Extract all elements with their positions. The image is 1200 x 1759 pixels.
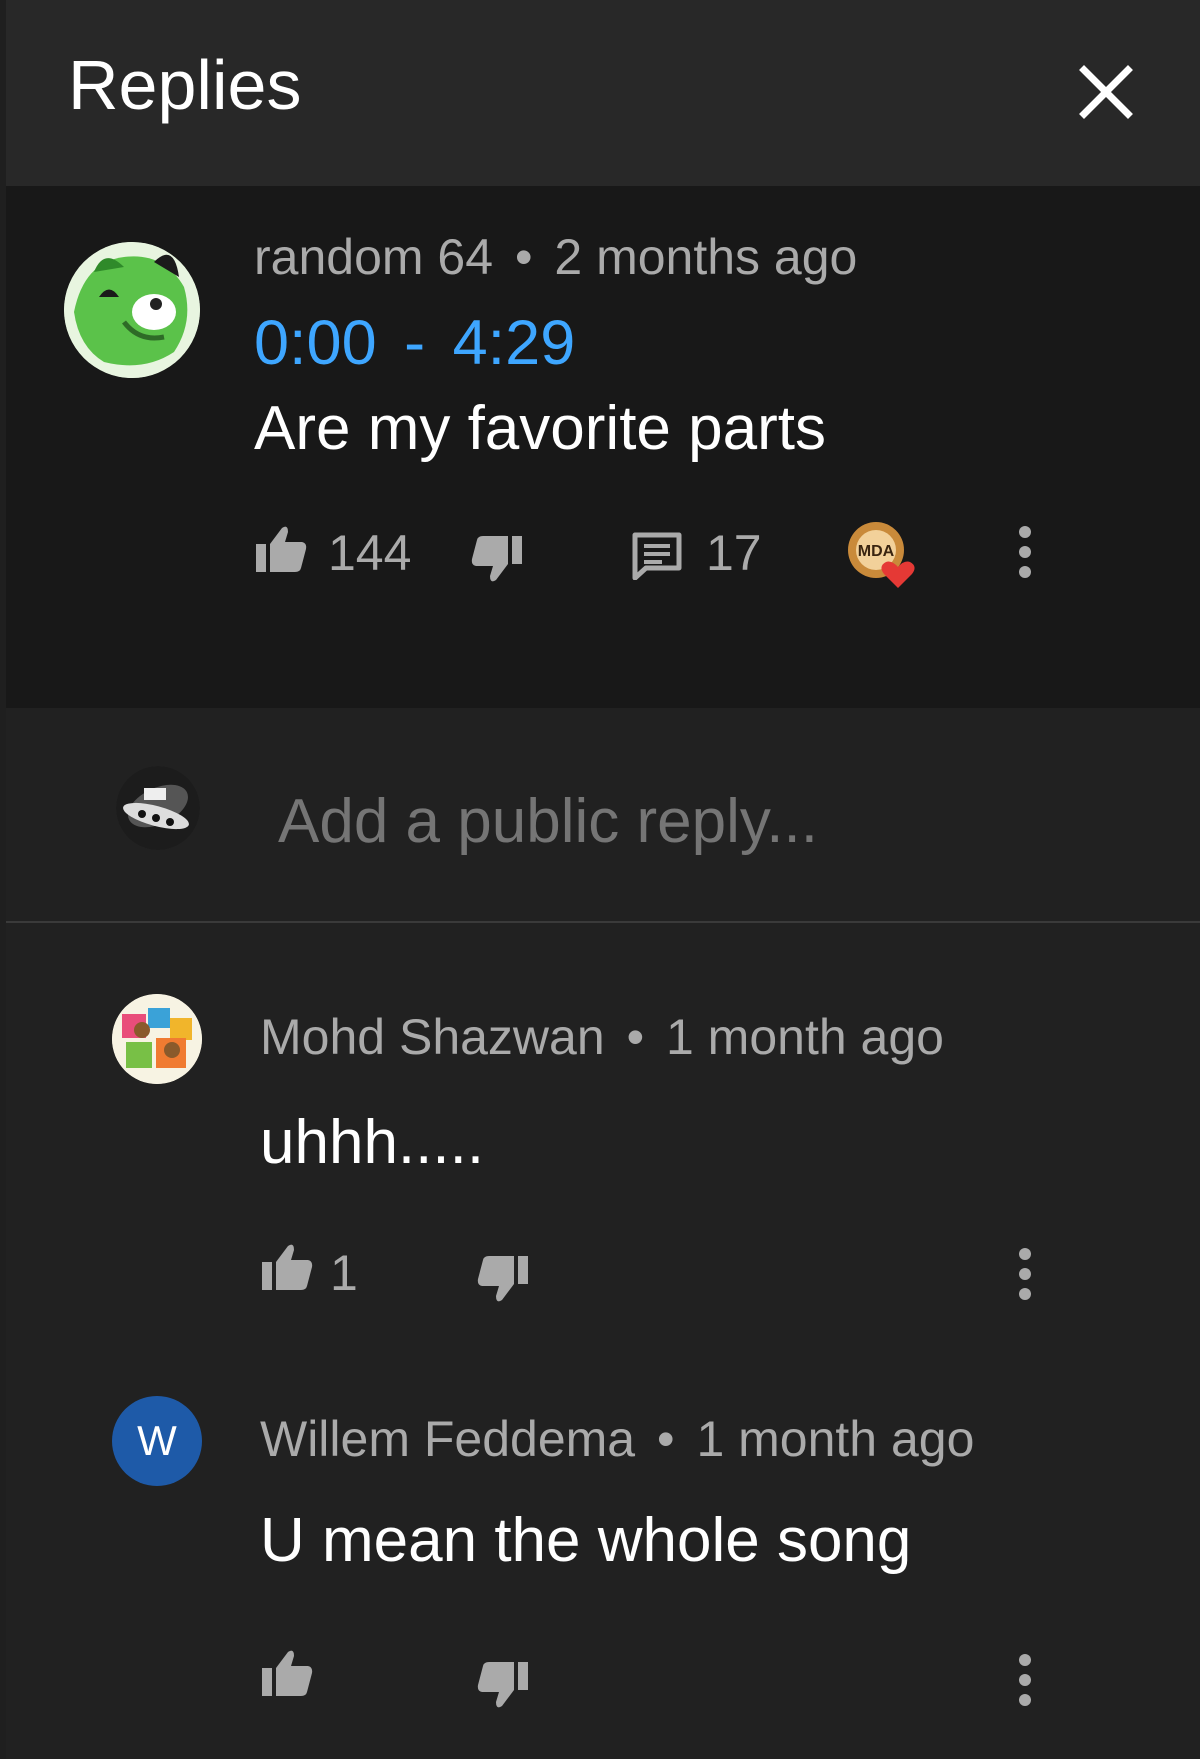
timestamp-start-link[interactable]: 0:00 [254,308,377,378]
close-button[interactable] [1074,60,1138,124]
like-count: 144 [328,525,412,581]
reply-avatar[interactable]: W [112,1396,202,1486]
commenter-avatar[interactable] [64,242,200,378]
more-vertical-icon [1019,1654,1031,1706]
replies-panel: Replies random 64 • 2 months ago 0:00 - … [6,0,1200,1759]
more-vertical-icon [1019,526,1031,578]
current-user-avatar [116,766,200,850]
thumbs-up-icon [262,1244,313,1290]
dislike-button[interactable] [476,1254,530,1304]
thumbs-down-icon [477,1256,528,1302]
like-count: 1 [330,1245,358,1301]
reply-count: 17 [706,525,762,581]
reply-time[interactable]: 1 month ago [696,1411,974,1467]
comment-icon [632,532,682,581]
reply-count-button[interactable] [632,532,682,581]
thumbs-up-icon [262,1650,313,1696]
author-name[interactable]: random 64 [254,229,493,285]
parent-comment: random 64 • 2 months ago 0:00 - 4:29 Are… [6,186,1200,708]
reply-body: uhhh..... [260,1108,485,1177]
close-icon [1079,65,1133,119]
more-vertical-icon [1019,1248,1031,1300]
reply-composer [6,708,1200,922]
reply-meta: Willem Feddema • 1 month ago [260,1414,974,1464]
more-options-button[interactable] [1016,524,1034,580]
reply-input[interactable] [278,786,1148,856]
more-options-button[interactable] [1016,1652,1034,1708]
reply-time[interactable]: 1 month ago [666,1009,944,1065]
more-options-button[interactable] [1016,1246,1034,1302]
comment-body: Are my favorite parts [254,394,826,463]
timestamp-dash: - [404,308,426,378]
dislike-button[interactable] [476,1660,530,1710]
creator-heart-badge: MDA [846,520,918,592]
timestamp-end-link[interactable]: 4:29 [453,308,576,378]
section-divider [6,921,1200,923]
reply-avatar[interactable] [112,994,202,1084]
creator-badge-text: MDA [858,543,895,560]
replies-header: Replies [6,0,1200,186]
meta-separator: • [514,229,533,285]
timestamp-range: 0:00 - 4:29 [254,312,575,375]
thumbs-up-icon [256,526,307,572]
like-button[interactable] [254,524,308,574]
dislike-button[interactable] [470,534,524,584]
meta-separator: • [626,1009,645,1065]
meta-separator: • [657,1411,675,1467]
like-button[interactable] [260,1242,314,1292]
comment-meta: random 64 • 2 months ago [254,232,857,282]
reply-meta: Mohd Shazwan • 1 month ago [260,1012,944,1062]
reply-author-name[interactable]: Willem Feddema [260,1411,635,1467]
thumbs-down-icon [477,1662,528,1708]
panel-title: Replies [68,46,302,124]
avatar-letter: W [137,1417,177,1464]
like-button[interactable] [260,1648,314,1698]
comment-time[interactable]: 2 months ago [554,229,857,285]
reply-body: U mean the whole song [260,1506,912,1575]
reply-author-name[interactable]: Mohd Shazwan [260,1009,605,1065]
thumbs-down-icon [471,536,522,582]
